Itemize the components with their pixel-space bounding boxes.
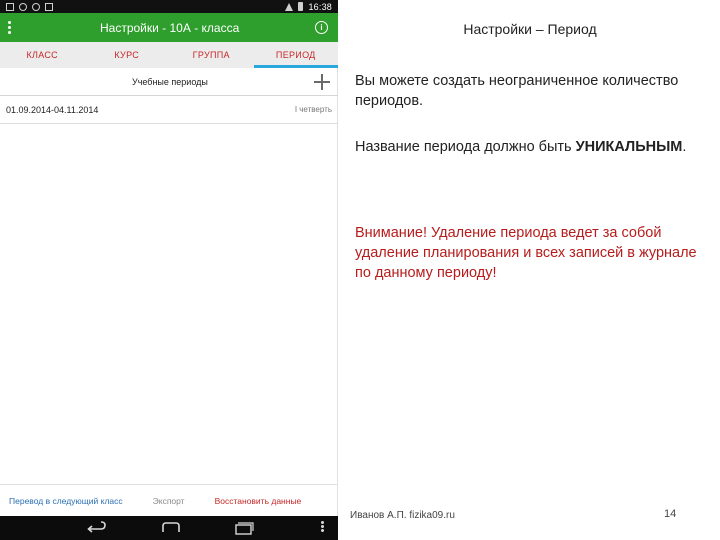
footer-actions: Перевод в следующий класс Экспорт Восста… [0, 484, 338, 516]
app-title: Настройки - 10А - класса [100, 20, 240, 35]
export-button[interactable]: Экспорт [153, 496, 185, 506]
unique-suffix: . [682, 139, 687, 155]
home-icon[interactable] [160, 520, 182, 536]
tab-course[interactable]: КУРС [85, 42, 170, 68]
description-periods: Вы можете создать неограниченное количес… [355, 73, 679, 109]
battery-icon [298, 2, 304, 11]
settings-tabs: КЛАСС КУРС ГРУППА ПЕРИОД [0, 42, 338, 68]
phone-screen: 16:38 Настройки - 10А - класса i КЛАСС К… [0, 0, 338, 540]
download-icon [45, 2, 53, 11]
periods-header: Учебные периоды [0, 68, 338, 96]
sync-icon [32, 2, 40, 11]
tab-period[interactable]: ПЕРИОД [253, 42, 339, 68]
deletion-warning: Внимание! Удаление периода ведет за собо… [355, 225, 697, 281]
period-name: I четверть [294, 105, 332, 114]
slide-title: Настройки – Период [463, 21, 597, 37]
restore-data-button[interactable]: Восстановить данные [215, 496, 302, 506]
app-notification-icon [19, 2, 27, 11]
periods-header-title: Учебные периоды [132, 76, 208, 87]
status-time: 16:38 [308, 1, 332, 12]
tab-group[interactable]: ГРУППА [169, 42, 254, 68]
info-icon[interactable]: i [315, 21, 328, 34]
back-icon[interactable] [85, 520, 107, 536]
author-credit: Иванов А.П. fizika09.ru [350, 510, 455, 521]
tab-class[interactable]: КЛАСС [0, 42, 85, 68]
period-dates: 01.09.2014-04.11.2014 [6, 104, 99, 115]
status-bar: 16:38 [0, 0, 338, 13]
transfer-next-class-button[interactable]: Перевод в следующий класс [9, 496, 123, 506]
recent-apps-icon[interactable] [233, 520, 255, 536]
add-period-icon[interactable] [314, 74, 330, 90]
overflow-menu-icon[interactable] [0, 13, 18, 42]
unique-emphasis: УНИКАЛЬНЫМ [575, 139, 683, 155]
android-nav-bar [0, 516, 338, 540]
app-bar: Настройки - 10А - класса i [0, 13, 338, 42]
wifi-icon [285, 2, 294, 11]
more-icon[interactable] [318, 520, 326, 536]
unique-prefix: Название периода должно быть [355, 139, 576, 155]
page-number: 14 [664, 508, 677, 520]
notification-icon [6, 2, 14, 11]
period-list-item[interactable]: 01.09.2014-04.11.2014 I четверть [0, 96, 338, 124]
description-unique: Название периода должно быть УНИКАЛЬНЫМ. [355, 137, 695, 157]
